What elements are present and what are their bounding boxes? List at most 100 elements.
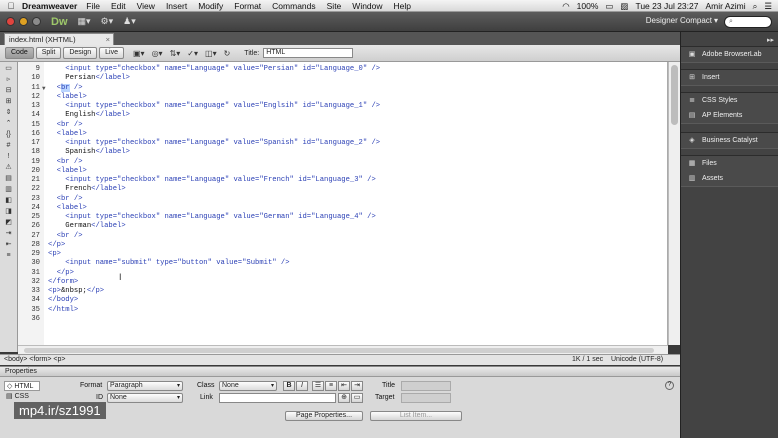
close-icon[interactable]: ×: [106, 34, 110, 45]
code-line[interactable]: 30 <input name="submit" type="button" va…: [18, 259, 667, 268]
menu-view[interactable]: View: [137, 1, 155, 11]
select-parent-tag-icon[interactable]: ⌃: [3, 120, 15, 128]
code-editor[interactable]: 9 <input type="checkbox" name="Language"…: [18, 62, 668, 345]
menu-format[interactable]: Format: [234, 1, 261, 11]
zoom-window-icon[interactable]: [32, 17, 41, 26]
properties-header[interactable]: Properties: [0, 367, 680, 377]
id-select[interactable]: None ▾: [107, 393, 183, 403]
code-line[interactable]: 19 <br />: [18, 158, 667, 167]
battery-label[interactable]: 100%: [577, 1, 599, 11]
split-view-button[interactable]: Split: [35, 47, 62, 59]
code-line[interactable]: 15 <br />: [18, 121, 667, 130]
collapse-selection-icon[interactable]: ⊞: [3, 98, 15, 106]
target-select[interactable]: [401, 393, 451, 403]
link-input[interactable]: [219, 393, 336, 403]
format-source-code-icon[interactable]: ≡: [3, 252, 15, 260]
code-line[interactable]: 25 <input type="checkbox" name="Language…: [18, 213, 667, 222]
css-mode-button[interactable]: ▤ CSS: [4, 392, 40, 402]
list-item-button[interactable]: List Item...: [370, 411, 462, 421]
code-view-button[interactable]: Code: [5, 47, 34, 59]
flag-icon[interactable]: ▨: [620, 1, 628, 12]
menu-insert[interactable]: Insert: [166, 1, 187, 11]
refresh-icon[interactable]: ↻: [224, 49, 231, 58]
point-to-file-icon[interactable]: ⊕: [338, 393, 350, 403]
browse-folder-icon[interactable]: ▭: [351, 393, 363, 403]
app-name-menu[interactable]: Dreamweaver: [22, 1, 77, 11]
code-line[interactable]: 12 <label>: [18, 93, 667, 102]
page-properties-button[interactable]: Page Properties...: [285, 411, 363, 421]
clock[interactable]: Tue 23 Jul 23:27: [635, 1, 698, 11]
workspace-switcher[interactable]: Designer Compact ▾: [646, 16, 718, 25]
design-view-button[interactable]: Design: [63, 47, 98, 59]
panel-browserlab[interactable]: ▣ Adobe BrowserLab: [681, 47, 778, 62]
code-line[interactable]: 23 <br />: [18, 195, 667, 204]
horizontal-scrollbar[interactable]: [18, 345, 668, 354]
indent-icon[interactable]: ⇥: [351, 381, 363, 391]
help-icon[interactable]: ?: [665, 381, 674, 390]
code-line[interactable]: 17 <input type="checkbox" name="Language…: [18, 139, 667, 148]
vertical-scroll-thumb[interactable]: [671, 65, 678, 125]
recent-snippets-icon[interactable]: ◨: [3, 208, 15, 216]
class-select[interactable]: None ▾: [219, 381, 277, 391]
code-line[interactable]: 27 <br />: [18, 232, 667, 241]
wrap-tag-icon[interactable]: ◧: [3, 197, 15, 205]
spotlight-icon[interactable]: ⌕: [753, 1, 758, 12]
fold-toggle-icon[interactable]: ▼: [42, 84, 46, 93]
panel-business-catalyst[interactable]: ◈ Business Catalyst: [681, 133, 778, 148]
code-line[interactable]: 21 <input type="checkbox" name="Language…: [18, 176, 667, 185]
document-tab[interactable]: index.html (XHTML) ×: [4, 33, 114, 45]
code-line[interactable]: 20 <label>: [18, 167, 667, 176]
code-line[interactable]: 35 </html>: [18, 306, 667, 315]
highlight-invalid-code-icon[interactable]: !: [3, 153, 15, 161]
menu-site[interactable]: Site: [327, 1, 342, 11]
preview-browser-icon[interactable]: ◎▾: [152, 49, 163, 58]
format-select[interactable]: Paragraph ▾: [107, 381, 183, 391]
code-line[interactable]: 33 <p>&nbsp;</p>: [18, 287, 667, 296]
battery-icon[interactable]: ▭: [605, 1, 613, 12]
panel-insert[interactable]: ⊞ Insert: [681, 70, 778, 85]
apple-menu-icon[interactable]: : [0, 1, 22, 11]
code-line[interactable]: 22 French</label>: [18, 185, 667, 194]
multiscreen-icon[interactable]: ▣▾: [133, 49, 145, 58]
layout-menu-icon[interactable]: ▦▾: [78, 16, 91, 27]
balance-braces-icon[interactable]: {}: [3, 131, 15, 139]
code-line[interactable]: 11 ▼ <br />: [18, 83, 667, 93]
help-search-input[interactable]: ⌕: [724, 16, 772, 28]
show-code-navigator-icon[interactable]: ▹: [3, 76, 15, 84]
menu-edit[interactable]: Edit: [111, 1, 126, 11]
code-line[interactable]: 16 <label>: [18, 130, 667, 139]
line-numbers-icon[interactable]: #: [3, 142, 15, 150]
code-line[interactable]: 24 <label>: [18, 204, 667, 213]
menu-window[interactable]: Window: [352, 1, 382, 11]
notifications-icon[interactable]: ☰: [764, 1, 772, 12]
code-line[interactable]: 26 German</label>: [18, 222, 667, 231]
user-menu[interactable]: Amir Azimi: [705, 1, 745, 11]
code-line[interactable]: 36: [18, 315, 667, 324]
panel-css-styles[interactable]: ≣ CSS Styles: [681, 93, 778, 108]
code-line[interactable]: 32 </form>: [18, 278, 667, 287]
italic-button[interactable]: I: [296, 381, 308, 391]
syntax-error-alerts-icon[interactable]: ⚠: [3, 164, 15, 172]
code-line[interactable]: 9 <input type="checkbox" name="Language"…: [18, 65, 667, 74]
menu-modify[interactable]: Modify: [198, 1, 223, 11]
code-line[interactable]: 29 <p>: [18, 250, 667, 259]
panel-files[interactable]: ▦ Files: [681, 156, 778, 171]
horizontal-scroll-thumb[interactable]: [24, 348, 654, 353]
live-view-button[interactable]: Live: [99, 47, 124, 59]
bold-button[interactable]: B: [283, 381, 295, 391]
file-management-icon[interactable]: ⇅▾: [170, 49, 181, 58]
code-line[interactable]: 34 </body>: [18, 296, 667, 305]
extend-menu-icon[interactable]: ⚙▾: [101, 16, 114, 27]
apply-comment-icon[interactable]: ▤: [3, 175, 15, 183]
minimize-window-icon[interactable]: [19, 17, 28, 26]
code-line[interactable]: 18 Spanish</label>: [18, 148, 667, 157]
outdent-code-icon[interactable]: ⇤: [3, 241, 15, 249]
panel-assets[interactable]: ▥ Assets: [681, 171, 778, 186]
code-line[interactable]: 31 </p>: [18, 269, 667, 278]
move-css-icon[interactable]: ◩: [3, 219, 15, 227]
vertical-scrollbar[interactable]: [668, 62, 680, 345]
code-line[interactable]: 13 <input type="checkbox" name="Language…: [18, 102, 667, 111]
page-title-input[interactable]: HTML: [263, 48, 354, 58]
code-line[interactable]: 10 Persian</label>: [18, 74, 667, 83]
expand-all-icon[interactable]: ⇕: [3, 109, 15, 117]
